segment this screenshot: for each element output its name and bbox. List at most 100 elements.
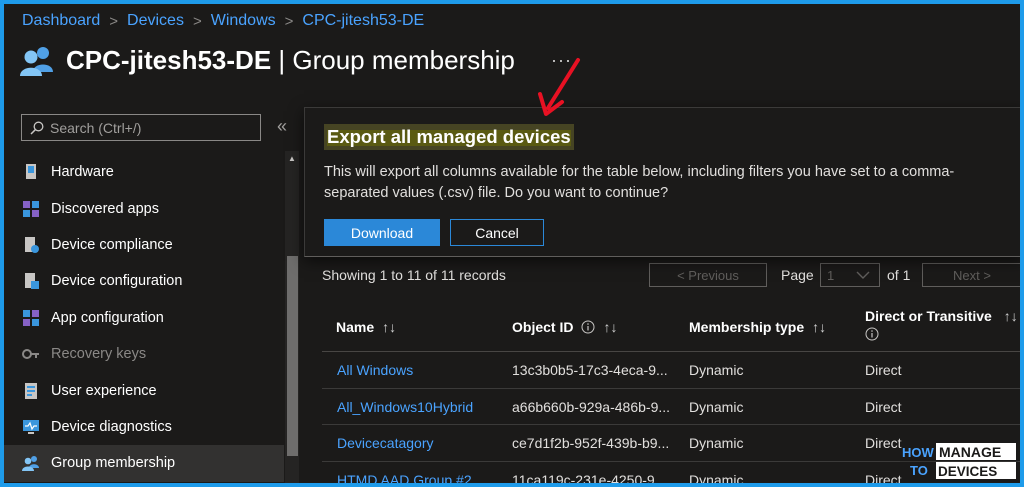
group-icon xyxy=(22,456,39,472)
apps-icon xyxy=(23,200,39,217)
column-header-label: Direct or Transitive xyxy=(865,308,992,324)
chevron-down-icon xyxy=(856,271,870,279)
page-header: CPC-jitesh53-DE | Group membership xyxy=(18,42,515,78)
sidebar-item-device-compliance[interactable]: Device compliance xyxy=(4,227,284,263)
sidebar-item-label: Device compliance xyxy=(51,236,173,253)
section-name: Group membership xyxy=(292,44,515,75)
membership-type-cell: Dynamic xyxy=(689,362,744,378)
sidebar-nav: Hardware Discovered apps Device complian… xyxy=(4,154,284,482)
sidebar-item-group-membership[interactable]: Group membership xyxy=(4,445,284,482)
column-header-name[interactable]: Name ↑↓ xyxy=(336,319,396,335)
export-dialog: Export all managed devices This will exp… xyxy=(304,107,1020,257)
svg-text:HOW: HOW xyxy=(902,445,935,460)
key-icon xyxy=(22,349,39,360)
object-id-cell: 11ca119c-231e-4250-9... xyxy=(512,471,667,484)
breadcrumb-devices[interactable]: Devices xyxy=(127,12,184,30)
breadcrumb-device[interactable]: CPC-jitesh53-DE xyxy=(302,12,424,30)
portal-frame: Dashboard > Devices > Windows > CPC-jite… xyxy=(4,4,1020,483)
search-placeholder: Search (Ctrl+/) xyxy=(50,119,142,136)
sort-icon[interactable]: ↑↓ xyxy=(382,319,396,335)
breadcrumb-windows[interactable]: Windows xyxy=(211,12,276,30)
membership-type-cell: Dynamic xyxy=(689,398,744,415)
sidebar-item-app-configuration[interactable]: App configuration xyxy=(4,300,284,336)
cancel-button[interactable]: Cancel xyxy=(450,219,544,246)
membership-type-cell: Dynamic xyxy=(689,435,744,451)
sidebar-item-hardware[interactable]: Hardware xyxy=(4,154,284,190)
pager-bar: Showing 1 to 11 of 11 records < Previous… xyxy=(322,260,1020,290)
sidebar-item-label: Device diagnostics xyxy=(51,418,172,435)
sidebar-scrollbar-thumb[interactable] xyxy=(287,256,298,456)
sidebar-item-label: Device configuration xyxy=(51,273,183,290)
breadcrumb-separator-icon: > xyxy=(192,12,202,30)
sidebar-item-label: App configuration xyxy=(51,309,164,326)
search-input[interactable]: Search (Ctrl+/) xyxy=(21,114,261,141)
breadcrumb-separator-icon: > xyxy=(284,12,294,30)
info-icon[interactable] xyxy=(865,327,879,341)
relation-cell: Direct xyxy=(865,362,902,378)
page-label: Page xyxy=(781,267,814,283)
breadcrumb: Dashboard > Devices > Windows > CPC-jite… xyxy=(22,12,424,30)
sort-icon[interactable]: ↑↓ xyxy=(812,319,826,335)
next-page-button[interactable]: Next > xyxy=(922,263,1020,287)
sidebar-item-device-diagnostics[interactable]: Device diagnostics xyxy=(4,409,284,445)
dialog-message-line: separated values (.csv) file. Do you wan… xyxy=(324,185,669,201)
relation-cell: Direct xyxy=(865,398,902,415)
how-to-manage-devices-logo: HOW TO MANAGE DEVICES xyxy=(900,440,1018,482)
download-button[interactable]: Download xyxy=(324,219,440,246)
object-id-cell: a66b660b-929a-486b-9... xyxy=(512,398,671,415)
group-name-link[interactable]: All Windows xyxy=(337,362,413,378)
sort-icon[interactable]: ↑↓ xyxy=(603,319,617,335)
column-header-object-id[interactable]: Object ID ↑↓ xyxy=(512,319,617,335)
table-row[interactable]: All_Windows10Hybrid a66b660b-929a-486b-9… xyxy=(322,389,1020,425)
object-id-cell: 13c3b0b5-17c3-4eca-9... xyxy=(512,362,668,378)
object-id-cell: ce7d1f2b-952f-439b-b9... xyxy=(512,435,670,451)
info-icon[interactable] xyxy=(581,320,595,334)
page-title: CPC-jitesh53-DE | Group membership xyxy=(66,45,515,76)
sidebar-item-device-configuration[interactable]: Device configuration xyxy=(4,263,284,299)
dialog-title-text: Export all managed devices xyxy=(327,126,571,147)
group-name-link[interactable]: HTMD AAD Group #2 xyxy=(337,472,472,484)
group-name-link[interactable]: Devicecatagory xyxy=(337,435,434,451)
sort-icon[interactable]: ↑↓ xyxy=(1004,308,1018,324)
previous-page-button[interactable]: < Previous xyxy=(649,263,767,287)
configuration-icon xyxy=(25,273,39,290)
user-experience-icon xyxy=(25,382,37,399)
group-name-link[interactable]: All_Windows10Hybrid xyxy=(337,399,473,415)
sidebar-item-label: Discovered apps xyxy=(51,200,159,217)
device-name: CPC-jitesh53-DE xyxy=(66,44,272,75)
sidebar-item-label: Recovery keys xyxy=(51,346,147,363)
breadcrumb-separator-icon: > xyxy=(109,12,119,30)
relation-cell: Direct xyxy=(865,435,902,451)
scroll-up-icon[interactable]: ▲ xyxy=(288,154,296,163)
sidebar-item-user-experience[interactable]: User experience xyxy=(4,372,284,408)
group-icon xyxy=(20,47,53,76)
compliance-icon xyxy=(25,236,39,253)
column-header-label: Membership type xyxy=(689,318,805,335)
table-row[interactable]: All Windows 13c3b0b5-17c3-4eca-9... Dyna… xyxy=(322,352,1020,389)
page-count: of 1 xyxy=(887,267,911,283)
sidebar-item-label: Group membership xyxy=(51,455,176,472)
collapse-sidebar-button[interactable]: « xyxy=(277,116,287,137)
records-count: Showing 1 to 11 of 11 records xyxy=(322,267,506,283)
sidebar-item-label: Hardware xyxy=(51,164,114,181)
membership-type-cell: Dynamic xyxy=(689,471,744,484)
table-header: Name ↑↓ Object ID ↑↓ Membership type ↑↓ … xyxy=(322,302,1020,352)
svg-text:MANAGE: MANAGE xyxy=(939,444,1001,460)
column-header-label: Name xyxy=(336,318,375,335)
hardware-icon xyxy=(26,164,36,180)
page-select[interactable]: 1 xyxy=(820,263,880,287)
diagnostics-icon xyxy=(23,419,39,434)
sidebar-item-discovered-apps[interactable]: Discovered apps xyxy=(4,190,284,226)
column-header-direct-or-transitive[interactable]: Direct or Transitive ↑↓ xyxy=(865,308,1018,344)
search-icon xyxy=(30,121,44,135)
dialog-message: This will export all columns available f… xyxy=(324,162,1020,204)
svg-text:TO: TO xyxy=(910,463,928,478)
title-separator: | xyxy=(271,44,293,75)
relation-cell: Direct xyxy=(865,471,902,484)
dialog-title: Export all managed devices xyxy=(324,124,574,150)
breadcrumb-dashboard[interactable]: Dashboard xyxy=(22,12,100,30)
column-header-label: Object ID xyxy=(512,318,574,335)
column-header-membership-type[interactable]: Membership type ↑↓ xyxy=(689,319,826,335)
sidebar-item-label: User experience xyxy=(51,382,157,399)
sidebar-item-recovery-keys: Recovery keys xyxy=(4,336,284,372)
